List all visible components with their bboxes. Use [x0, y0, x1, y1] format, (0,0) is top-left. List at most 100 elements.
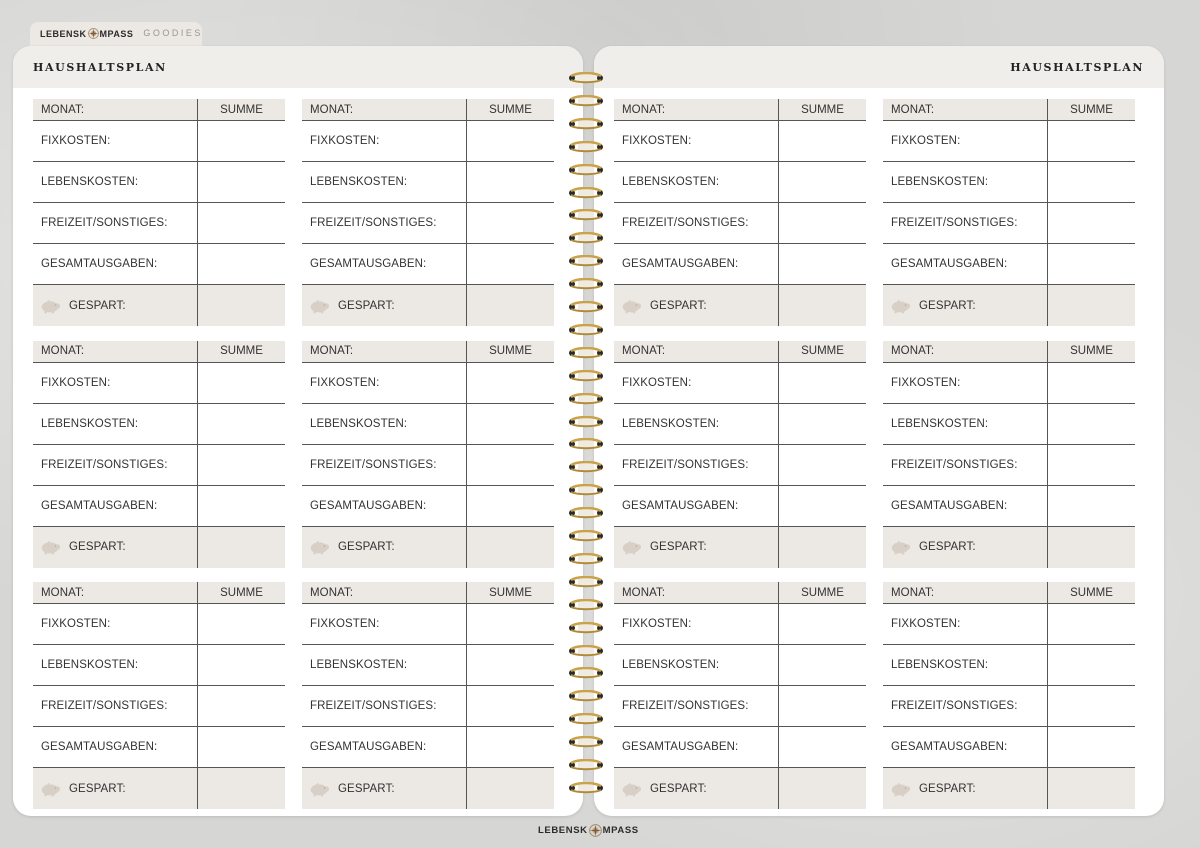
budget-amount-cell[interactable] — [778, 244, 866, 284]
budget-row: FREIZEIT/SONSTIGES: — [302, 203, 554, 244]
month-label: MONAT: — [622, 103, 666, 116]
budget-amount-cell[interactable] — [778, 162, 866, 202]
budget-block: MONAT: SUMME FIXKOSTEN: LEBENSKOSTEN: FREIZE… — [883, 340, 1135, 568]
saved-label: GESPART: — [338, 782, 395, 795]
budget-row-label: GESAMTAUSGABEN: — [310, 258, 427, 270]
budget-amount-cell[interactable] — [778, 362, 866, 403]
budget-row-label: FIXKOSTEN: — [622, 135, 692, 147]
budget-amount-cell[interactable] — [1047, 444, 1135, 485]
budget-amount-cell[interactable] — [466, 362, 554, 403]
compass-icon — [87, 28, 99, 39]
budget-amount-cell[interactable] — [778, 403, 866, 444]
brand-name-part2: MPASS — [99, 28, 134, 39]
saved-amount-cell[interactable] — [197, 768, 285, 809]
budget-amount-cell[interactable] — [1047, 645, 1135, 685]
budget-amount-cell[interactable] — [778, 686, 866, 726]
budget-amount-cell[interactable] — [778, 604, 866, 644]
saved-amount-cell[interactable] — [466, 526, 554, 568]
budget-amount-cell[interactable] — [778, 203, 866, 243]
saved-amount-cell[interactable] — [466, 768, 554, 809]
budget-amount-cell[interactable] — [1047, 362, 1135, 403]
budget-row: LEBENSKOSTEN: — [33, 403, 285, 445]
budget-amount-cell[interactable] — [197, 403, 285, 444]
saved-amount-cell[interactable] — [778, 526, 866, 568]
budget-amount-cell[interactable] — [466, 604, 554, 644]
budget-amount-cell[interactable] — [466, 203, 554, 243]
budget-amount-cell[interactable] — [1047, 121, 1135, 161]
saved-amount-cell[interactable] — [778, 285, 866, 326]
budget-amount-cell[interactable] — [466, 244, 554, 284]
spiral-ring — [569, 186, 603, 198]
saved-amount-cell[interactable] — [466, 285, 554, 326]
budget-row: LEBENSKOSTEN: — [33, 645, 285, 686]
budget-amount-cell[interactable] — [778, 121, 866, 161]
budget-row: LEBENSKOSTEN: — [302, 162, 554, 203]
budget-amount-cell[interactable] — [197, 604, 285, 644]
spiral-ring — [569, 484, 603, 496]
budget-row-label: LEBENSKOSTEN: — [41, 176, 139, 188]
budget-amount-cell[interactable] — [778, 645, 866, 685]
budget-amount-cell[interactable] — [778, 727, 866, 767]
budget-amount-cell[interactable] — [1047, 727, 1135, 767]
spiral-ring — [569, 255, 603, 267]
saved-amount-cell[interactable] — [1047, 526, 1135, 568]
budget-amount-cell[interactable] — [197, 645, 285, 685]
saved-amount-cell[interactable] — [197, 526, 285, 568]
budget-amount-cell[interactable] — [466, 444, 554, 485]
budget-amount-cell[interactable] — [778, 485, 866, 526]
budget-block: MONAT: SUMME FIXKOSTEN: LEBENSKOSTEN: FREIZE… — [33, 99, 285, 326]
saved-label-cell: GESPART: — [883, 527, 1047, 568]
budget-amount-cell[interactable] — [466, 485, 554, 526]
saved-amount-cell[interactable] — [1047, 285, 1135, 326]
budget-amount-cell[interactable] — [466, 686, 554, 726]
budget-row: LEBENSKOSTEN: — [614, 162, 866, 203]
budget-row-label: FREIZEIT/SONSTIGES: — [622, 458, 749, 471]
budget-amount-cell[interactable] — [1047, 485, 1135, 526]
block-header-row: MONAT: SUMME — [302, 340, 554, 363]
budget-amount-cell[interactable] — [197, 244, 285, 284]
budget-amount-cell[interactable] — [466, 403, 554, 444]
block-header-row: MONAT: SUMME — [614, 340, 866, 363]
budget-amount-cell[interactable] — [1047, 686, 1135, 726]
budget-amount-cell[interactable] — [1047, 203, 1135, 243]
budget-row-label: LEBENSKOSTEN: — [41, 417, 139, 430]
spiral-ring — [569, 598, 603, 610]
piggy-bank-icon — [41, 540, 61, 555]
budget-amount-cell[interactable] — [466, 121, 554, 161]
budget-amount-cell[interactable] — [1047, 162, 1135, 202]
saved-label: GESPART: — [650, 299, 707, 312]
footer-brand-part1: LEBENSK — [538, 825, 588, 836]
saved-label: GESPART: — [69, 299, 126, 312]
budget-row-label: LEBENSKOSTEN: — [891, 417, 989, 430]
brand-name-part1: LEBENSK — [40, 28, 87, 39]
budget-amount-cell[interactable] — [197, 203, 285, 243]
spiral-ring — [569, 507, 603, 519]
budget-row: GESAMTAUSGABEN: — [302, 485, 554, 527]
budget-amount-cell[interactable] — [1047, 244, 1135, 284]
saved-amount-cell[interactable] — [778, 768, 866, 809]
budget-row-label: GESAMTAUSGABEN: — [622, 499, 739, 512]
budget-row-label: GESAMTAUSGABEN: — [310, 741, 427, 753]
saved-label-cell: GESPART: — [883, 768, 1047, 809]
budget-amount-cell[interactable] — [466, 645, 554, 685]
budget-amount-cell[interactable] — [1047, 403, 1135, 444]
budget-row: GESAMTAUSGABEN: — [33, 244, 285, 285]
budget-amount-cell[interactable] — [197, 686, 285, 726]
budget-amount-cell[interactable] — [197, 485, 285, 526]
saved-label-cell: GESPART: — [302, 768, 466, 809]
budget-row-label: LEBENSKOSTEN: — [310, 659, 408, 671]
budget-amount-cell[interactable] — [197, 121, 285, 161]
spiral-binding — [568, 72, 604, 812]
budget-amount-cell[interactable] — [197, 362, 285, 403]
budget-amount-cell[interactable] — [197, 444, 285, 485]
budget-row: FIXKOSTEN: — [302, 121, 554, 162]
saved-amount-cell[interactable] — [197, 285, 285, 326]
budget-amount-cell[interactable] — [197, 727, 285, 767]
budget-amount-cell[interactable] — [466, 727, 554, 767]
budget-amount-cell[interactable] — [197, 162, 285, 202]
budget-amount-cell[interactable] — [466, 162, 554, 202]
budget-amount-cell[interactable] — [1047, 604, 1135, 644]
saved-label-cell: GESPART: — [883, 285, 1047, 326]
budget-amount-cell[interactable] — [778, 444, 866, 485]
saved-amount-cell[interactable] — [1047, 768, 1135, 809]
